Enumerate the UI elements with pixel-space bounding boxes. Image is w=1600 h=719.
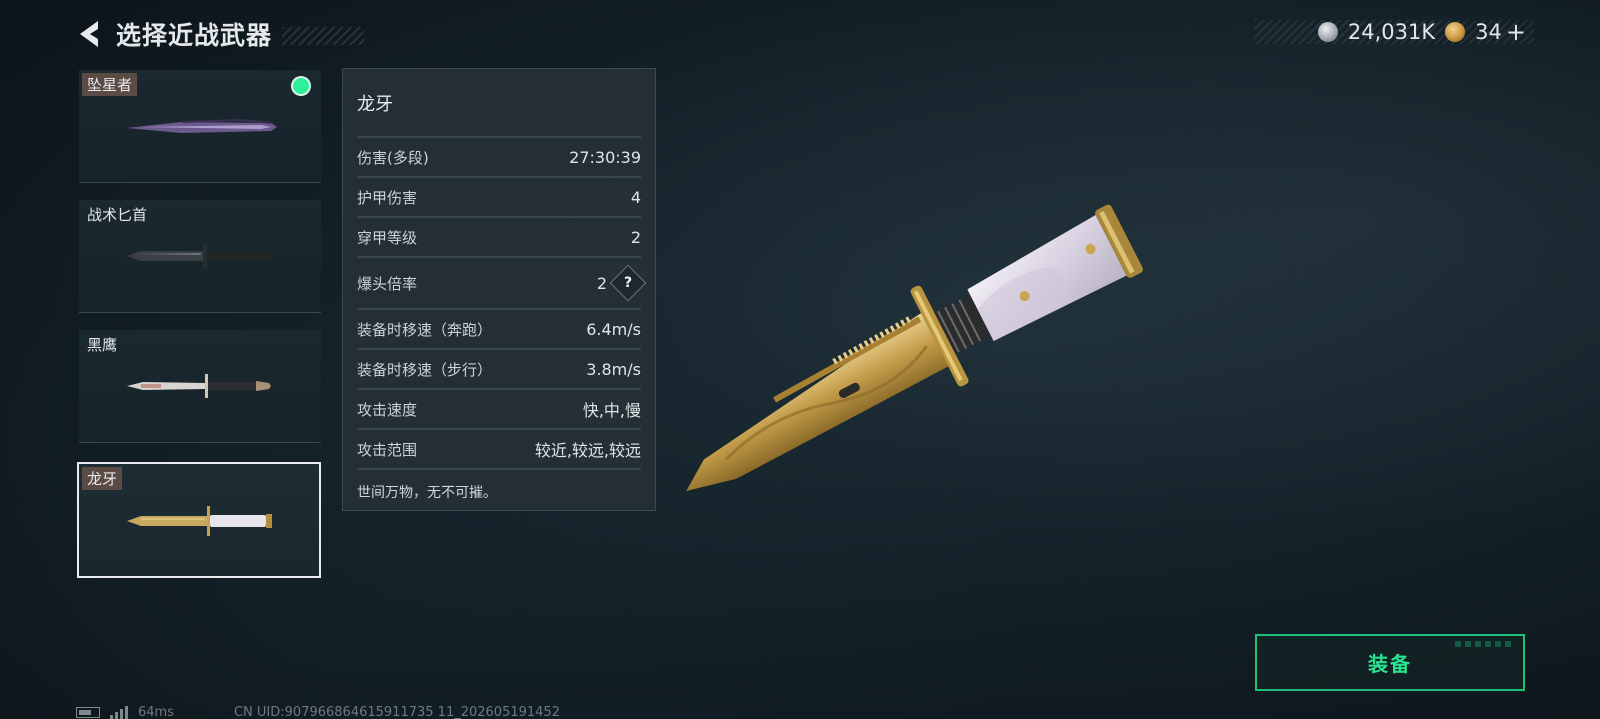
starfall-knife-icon: [127, 118, 277, 133]
stat-value: 3.8m/s: [586, 359, 641, 379]
weapon-name: 黑鹰: [87, 336, 118, 354]
stat-label: 护甲伤害: [357, 188, 418, 207]
gold-amount: 34: [1475, 20, 1502, 44]
equipped-indicator: [293, 78, 309, 94]
stat-label: 装备时移速（奔跑）: [357, 320, 493, 339]
weapon-name: 坠星者: [82, 73, 138, 96]
dragon-fang-knife-render: [686, 204, 1143, 491]
stat-row-armor-damage: 护甲伤害 4: [357, 176, 641, 216]
weapon-card-starfall[interactable]: 坠星者: [79, 70, 321, 183]
dragon-fang-knife-icon: [127, 506, 272, 536]
signal-icon: [110, 705, 128, 719]
currency-bar: 24,031K 34 +: [1254, 18, 1534, 46]
stat-label: 攻击速度: [357, 400, 418, 419]
stat-row-damage: 伤害(多段) 27:30:39: [357, 136, 641, 176]
weapon-card-tactical-dagger[interactable]: 战术匕首: [79, 200, 321, 313]
equip-button-decoration: [1455, 641, 1515, 647]
stat-row-attack-range: 攻击范围 较近,较远,较远: [357, 428, 641, 468]
black-hawk-knife-icon: [127, 374, 271, 398]
ping-readout: 64ms: [138, 704, 174, 719]
stat-value: 较近,较远,较远: [534, 441, 641, 460]
stat-label: 攻击范围: [357, 440, 418, 459]
page-header: 选择近战武器: [74, 14, 365, 54]
gold-coin-icon: [1445, 22, 1466, 42]
stat-value: 6.4m/s: [586, 319, 641, 339]
chevron-left-icon: [80, 21, 98, 47]
add-currency-button[interactable]: +: [1506, 18, 1526, 46]
stat-row-headshot: 爆头倍率 2 ?: [357, 256, 647, 308]
weapon-name: 战术匕首: [87, 206, 148, 224]
stat-value: 27:30:39: [569, 147, 641, 167]
stat-row-run-speed: 装备时移速（奔跑） 6.4m/s: [357, 308, 641, 348]
detail-weapon-name: 龙牙: [357, 94, 393, 115]
tactical-dagger-icon: [127, 244, 271, 268]
weapon-card-dragon-fang[interactable]: 龙牙: [77, 462, 321, 578]
equip-button-label: 装备: [1368, 652, 1412, 676]
stat-row-penetration: 穿甲等级 2: [357, 216, 641, 256]
battery-icon: [76, 706, 100, 718]
title-decoration: [282, 27, 365, 45]
uid-readout: CN UID:907966864615911735 11_20260519145…: [233, 704, 560, 719]
stat-value: 快,中,慢: [582, 401, 641, 420]
stat-value-group: 2 ?: [596, 264, 647, 302]
stat-row-walk-speed: 装备时移速（步行） 3.8m/s: [357, 348, 641, 388]
page-title: 选择近战武器: [116, 21, 273, 50]
equip-button[interactable]: 装备: [1255, 634, 1525, 691]
silver-amount: 24,031K: [1347, 20, 1436, 44]
back-button[interactable]: [74, 16, 104, 52]
stat-value: 2: [596, 273, 607, 293]
weapon-name: 龙牙: [82, 467, 123, 490]
stat-label: 爆头倍率: [357, 274, 418, 293]
weapon-description: 世间万物，无不可摧。: [357, 468, 641, 502]
weapon-card-black-hawk[interactable]: 黑鹰: [79, 330, 321, 443]
weapon-detail-panel: 龙牙 伤害(多段) 27:30:39 护甲伤害 4 穿甲等级 2 爆头倍率 2 …: [342, 68, 656, 511]
stat-row-attack-speed: 攻击速度 快,中,慢: [357, 388, 641, 428]
stat-label: 伤害(多段): [357, 148, 429, 167]
stat-label: 穿甲等级: [357, 228, 418, 247]
status-footer: 64ms CN UID:907966864615911735 11_202605…: [76, 705, 560, 719]
stat-label: 装备时移速（步行）: [357, 360, 493, 379]
silver-coin-icon: [1317, 22, 1338, 42]
